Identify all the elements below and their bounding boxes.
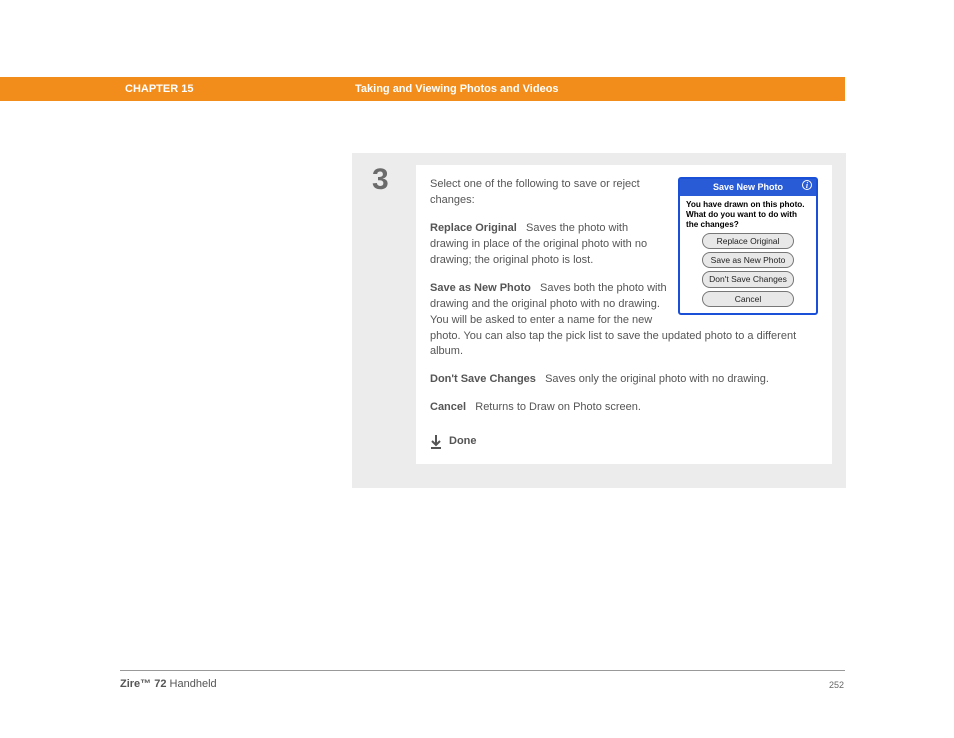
- option-saveas-label: Save as New Photo: [430, 282, 531, 294]
- done-row: Done: [430, 434, 818, 450]
- option-cancel-label: Cancel: [430, 401, 466, 413]
- dialog-button-cancel[interactable]: Cancel: [702, 291, 794, 307]
- chapter-header: CHAPTER 15 Taking and Viewing Photos and…: [0, 77, 845, 101]
- option-dont-label: Don't Save Changes: [430, 373, 536, 385]
- product-suffix: Handheld: [170, 678, 217, 690]
- dialog-message: You have drawn on this photo. What do yo…: [680, 196, 816, 233]
- page-number: 252: [829, 680, 844, 690]
- dialog-title-text: Save New Photo: [713, 182, 783, 192]
- info-icon: i: [802, 180, 812, 190]
- option-cancel-desc: Returns to Draw on Photo screen.: [475, 401, 641, 413]
- dialog-button-saveas[interactable]: Save as New Photo: [702, 252, 794, 268]
- option-replace-label: Replace Original: [430, 222, 517, 234]
- dialog-title-bar: Save New Photo i: [680, 179, 816, 196]
- dialog-button-replace[interactable]: Replace Original: [702, 233, 794, 249]
- chapter-title: Taking and Viewing Photos and Videos: [355, 83, 559, 95]
- done-label: Done: [449, 434, 477, 450]
- done-arrow-icon: [430, 435, 442, 449]
- option-dont: Don't Save Changes Saves only the origin…: [430, 372, 818, 388]
- dialog-button-dont[interactable]: Don't Save Changes: [702, 271, 794, 287]
- option-cancel: Cancel Returns to Draw on Photo screen.: [430, 400, 818, 416]
- chapter-label: CHAPTER 15: [125, 83, 193, 95]
- footer-product: Zire™ 72 Handheld: [120, 678, 217, 690]
- instruction-block: 3 Save New Photo i You have drawn on thi…: [352, 153, 846, 488]
- step-number: 3: [366, 165, 416, 195]
- dialog-button-group: Replace Original Save as New Photo Don't…: [680, 233, 816, 313]
- footer-rule: [120, 670, 845, 671]
- option-dont-desc: Saves only the original photo with no dr…: [545, 373, 769, 385]
- save-dialog-screenshot: Save New Photo i You have drawn on this …: [678, 177, 818, 315]
- product-name: Zire™ 72: [120, 678, 166, 690]
- step-body: Save New Photo i You have drawn on this …: [416, 165, 832, 464]
